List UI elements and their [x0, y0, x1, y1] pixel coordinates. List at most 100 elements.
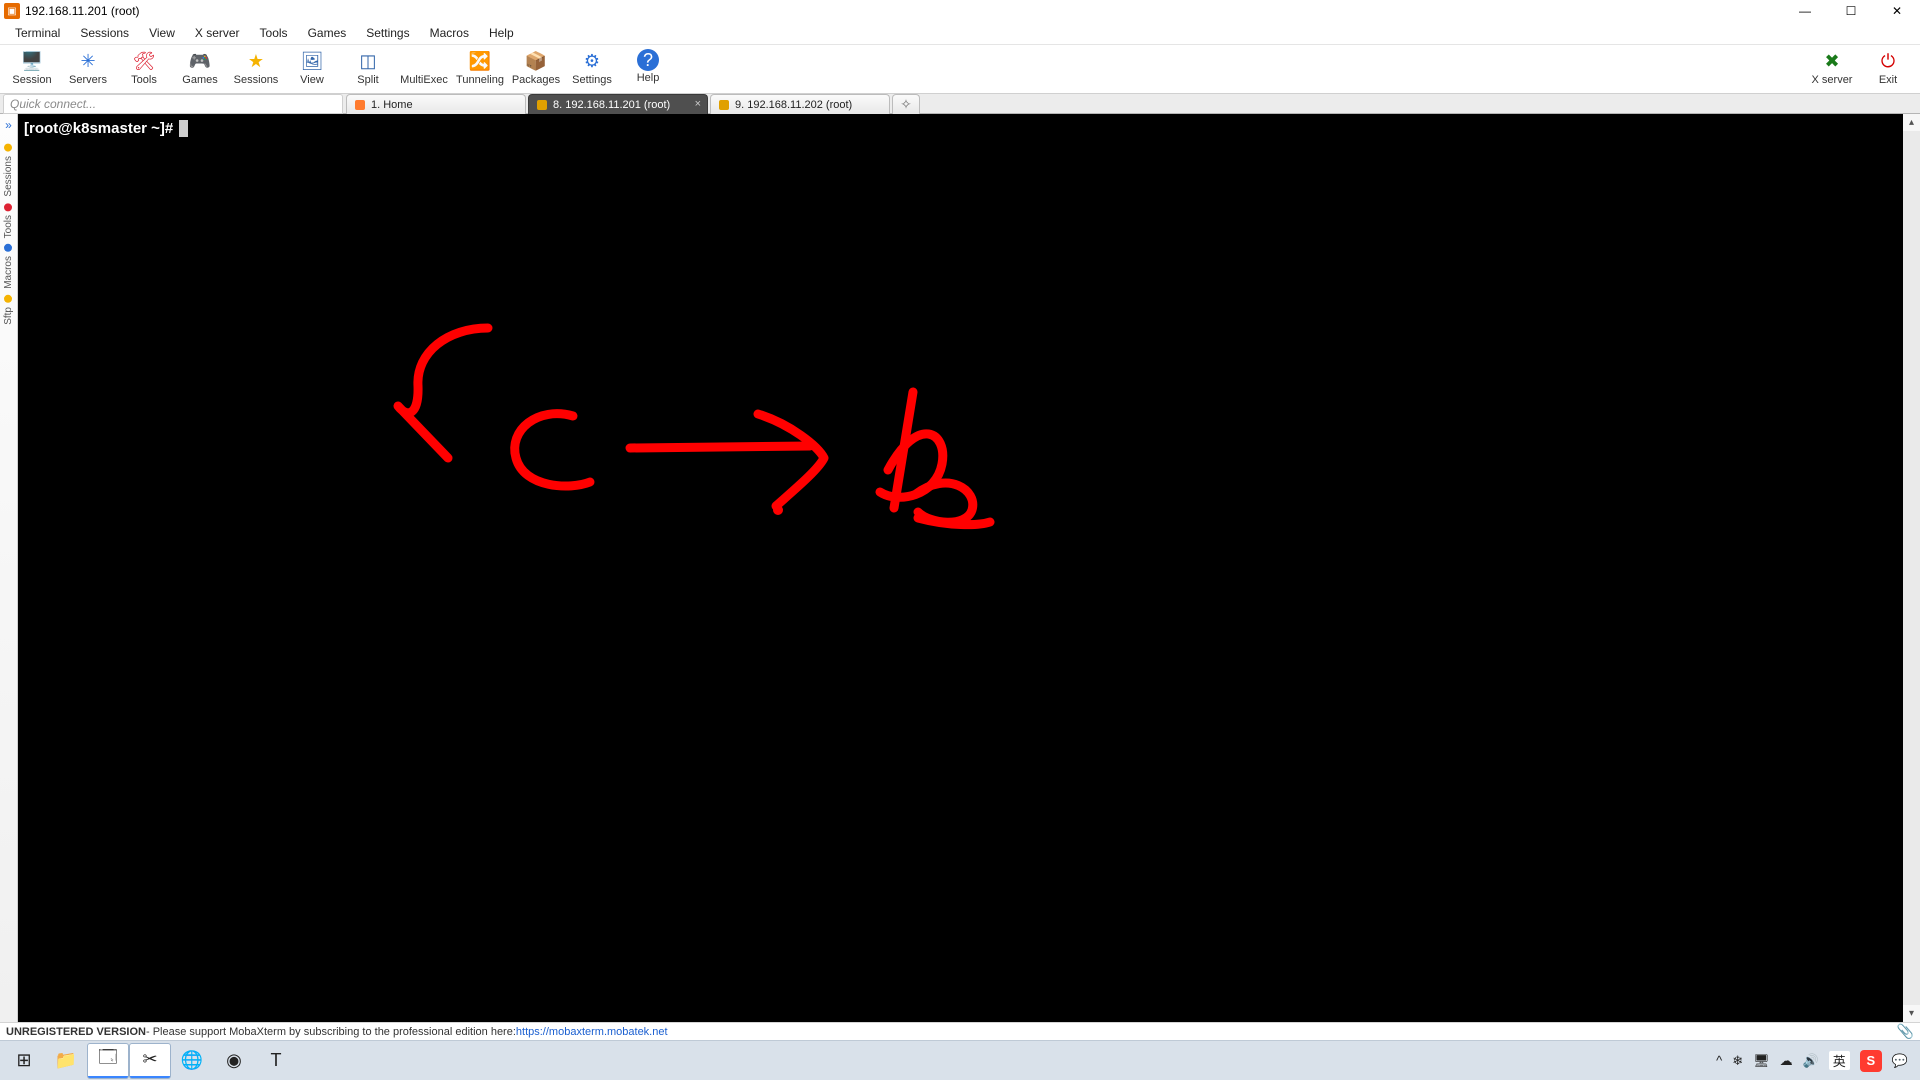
taskbar-app-chrome[interactable]: ◉: [214, 1044, 254, 1078]
xserver-icon: ✖: [1820, 49, 1844, 73]
tool-tools[interactable]: 🛠Tools: [116, 47, 172, 86]
home-icon: [355, 100, 365, 110]
taskbar-app-start[interactable]: ⊞: [4, 1044, 44, 1078]
terminal-icon: [719, 100, 729, 110]
menu-settings[interactable]: Settings: [356, 24, 419, 42]
terminal-icon: [537, 100, 547, 110]
sidebar-item-sessions[interactable]: Sessions: [3, 144, 14, 197]
menu-games[interactable]: Games: [298, 24, 357, 42]
terminal-scrollbar[interactable]: ▴ ▾: [1903, 114, 1920, 1022]
tool-exit[interactable]: ⏻ Exit: [1860, 47, 1916, 86]
multiexec-icon: ⵬: [412, 49, 436, 73]
tab-strip: Quick connect... 1. Home 8. 192.168.11.20…: [0, 94, 1920, 114]
tool-split-label: Split: [340, 75, 396, 86]
sogou-ime-icon[interactable]: S: [1860, 1050, 1882, 1072]
tool-packages[interactable]: 📦Packages: [508, 47, 564, 86]
exit-icon: ⏻: [1876, 49, 1900, 73]
tool-view-label: View: [284, 75, 340, 86]
tab-t202-label: 9. 192.168.11.202 (root): [735, 99, 852, 111]
help-icon: ?: [637, 49, 659, 71]
tool-settings-label: Settings: [564, 75, 620, 86]
tool-sessions[interactable]: ★Sessions: [228, 47, 284, 86]
tool-tunneling[interactable]: 🔀Tunneling: [452, 47, 508, 86]
menu-tools[interactable]: Tools: [250, 24, 298, 42]
sidebar-item-tools[interactable]: Tools: [3, 203, 14, 238]
close-button[interactable]: ✕: [1874, 0, 1920, 22]
sidebar-item-sessions-label: Sessions: [3, 156, 14, 197]
session-icon: 🖥️: [20, 49, 44, 73]
notifications-icon[interactable]: 💬: [1892, 1053, 1908, 1069]
tool-servers[interactable]: ✳Servers: [60, 47, 116, 86]
view-icon: 🖼: [300, 49, 324, 73]
tray-chevron-icon[interactable]: ^: [1716, 1053, 1722, 1068]
sidebar-item-tools-label: Tools: [3, 215, 14, 238]
tab-close-icon[interactable]: ×: [695, 98, 701, 110]
tool-sessions-label: Sessions: [228, 75, 284, 86]
annotation-overlay: [18, 114, 1458, 814]
tray-icon-4[interactable]: 🔊: [1803, 1053, 1819, 1069]
taskbar-app-explorer[interactable]: 📁: [46, 1044, 86, 1078]
app-icon: ▣: [4, 3, 20, 19]
tab-t202[interactable]: 9. 192.168.11.202 (root): [710, 94, 890, 114]
menu-xserver[interactable]: X server: [185, 24, 250, 42]
window-title: 192.168.11.201 (root): [25, 4, 140, 18]
taskbar-app-text[interactable]: T: [256, 1044, 296, 1078]
taskbar-app-vm[interactable]: 🗔: [88, 1044, 128, 1078]
sidebar-item-sftp-label: Sftp: [3, 307, 14, 325]
ime-indicator[interactable]: 英: [1829, 1051, 1850, 1070]
tray-icon-3[interactable]: ☁: [1780, 1053, 1793, 1069]
tool-settings[interactable]: ⚙Settings: [564, 47, 620, 86]
quick-connect-input[interactable]: Quick connect...: [3, 94, 343, 114]
tools-icon: 🛠: [132, 49, 156, 73]
tunneling-icon: 🔀: [468, 49, 492, 73]
menu-bar: Terminal Sessions View X server Tools Ga…: [0, 22, 1920, 44]
macros-icon: [5, 244, 13, 252]
terminal-view[interactable]: [root@k8smaster ~]# ▴ ▾: [18, 114, 1920, 1022]
packages-icon: 📦: [524, 49, 548, 73]
terminal-prompt: [root@k8smaster ~]#: [24, 120, 188, 137]
sidebar-expand-icon[interactable]: »: [5, 118, 12, 132]
menu-macros[interactable]: Macros: [420, 24, 479, 42]
tool-help-label: Help: [620, 73, 676, 84]
sidebar-item-sftp[interactable]: Sftp: [3, 295, 14, 325]
status-link[interactable]: https://mobaxterm.mobatek.net: [516, 1026, 668, 1038]
minimize-button[interactable]: —: [1782, 0, 1828, 22]
tab-home-label: 1. Home: [371, 99, 413, 111]
status-bar: UNREGISTERED VERSION - Please support Mo…: [0, 1022, 1920, 1040]
menu-sessions[interactable]: Sessions: [70, 24, 139, 42]
tool-xserver-label: X server: [1804, 75, 1860, 86]
tool-view[interactable]: 🖼 View: [284, 47, 340, 86]
servers-icon: ✳: [76, 49, 100, 73]
tool-session-label: Session: [4, 75, 60, 86]
taskbar-app-edge[interactable]: 🌐: [172, 1044, 212, 1078]
scroll-down-icon[interactable]: ▾: [1903, 1005, 1920, 1022]
tool-help[interactable]: ? Help: [620, 47, 676, 86]
sidebar-item-macros[interactable]: Macros: [3, 244, 14, 289]
menu-view[interactable]: View: [139, 24, 185, 42]
main-toolbar: 🖥️ Session✳Servers🛠Tools🎮Games★Sessions 🖼 V…: [0, 44, 1920, 94]
system-tray[interactable]: ^ ❄ 🖥 ☁ 🔊 英 S 💬: [1716, 1050, 1916, 1072]
tab-home[interactable]: 1. Home: [346, 94, 526, 114]
scroll-track[interactable]: [1903, 131, 1920, 1005]
left-sidebar[interactable]: » Sessions Tools Macros Sftp: [0, 114, 18, 1022]
tool-multiexec[interactable]: ⵬MultiExec: [396, 47, 452, 86]
tool-session[interactable]: 🖥️ Session: [4, 47, 60, 86]
tool-xserver[interactable]: ✖ X server: [1804, 47, 1860, 86]
menu-help[interactable]: Help: [479, 24, 524, 42]
tool-split[interactable]: ◫ Split: [340, 47, 396, 86]
scroll-up-icon[interactable]: ▴: [1903, 114, 1920, 131]
menu-terminal[interactable]: Terminal: [5, 24, 70, 42]
tab-new[interactable]: ✧: [892, 94, 920, 114]
split-icon: ◫: [356, 49, 380, 73]
tab-t201[interactable]: 8. 192.168.11.201 (root) ×: [528, 94, 708, 114]
tools-icon: [5, 203, 13, 211]
taskbar-app-snip[interactable]: ✂: [130, 1044, 170, 1078]
tray-icon-1[interactable]: ❄: [1732, 1053, 1743, 1069]
attachment-icon[interactable]: 📎: [1897, 1023, 1914, 1040]
tray-icon-2[interactable]: 🖥: [1753, 1053, 1770, 1069]
sftp-icon: [5, 295, 13, 303]
maximize-button[interactable]: ☐: [1828, 0, 1874, 22]
tool-games[interactable]: 🎮Games: [172, 47, 228, 86]
tab-t201-label: 8. 192.168.11.201 (root): [553, 99, 670, 111]
tool-exit-label: Exit: [1860, 75, 1916, 86]
